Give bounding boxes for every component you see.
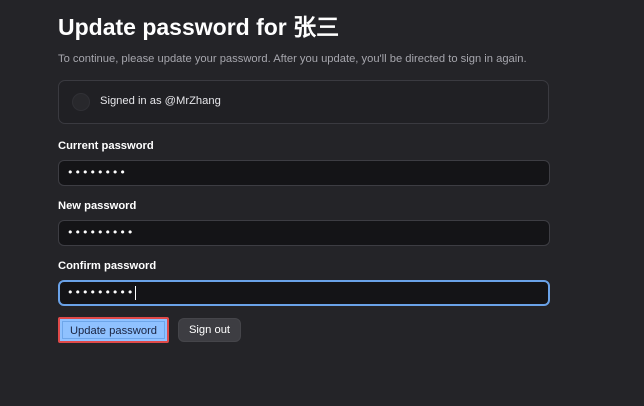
page-subtitle: To continue, please update your password… [58,53,527,65]
update-password-button-label: Update password [62,321,165,339]
confirm-password-label: Confirm password [58,260,157,272]
signed-in-text: Signed in as @MrZhang [100,95,221,107]
confirm-password-field[interactable]: ••••••••• [58,280,550,306]
avatar [72,93,90,111]
new-password-label: New password [58,200,137,212]
current-password-field[interactable]: •••••••• [58,160,550,186]
text-caret [135,286,137,300]
new-password-value: ••••••••• [67,226,135,239]
new-password-field[interactable]: ••••••••• [58,220,550,246]
update-password-button[interactable]: Update password [58,317,169,343]
current-password-label: Current password [58,140,154,152]
update-password-page: { "page": { "title": "Update password fo… [0,0,644,406]
current-password-value: •••••••• [67,166,127,179]
sign-out-button[interactable]: Sign out [178,318,241,342]
signed-in-card: Signed in as @MrZhang [58,80,549,124]
page-title: Update password for 张三 [58,14,340,40]
confirm-password-value: ••••••••• [67,286,135,299]
